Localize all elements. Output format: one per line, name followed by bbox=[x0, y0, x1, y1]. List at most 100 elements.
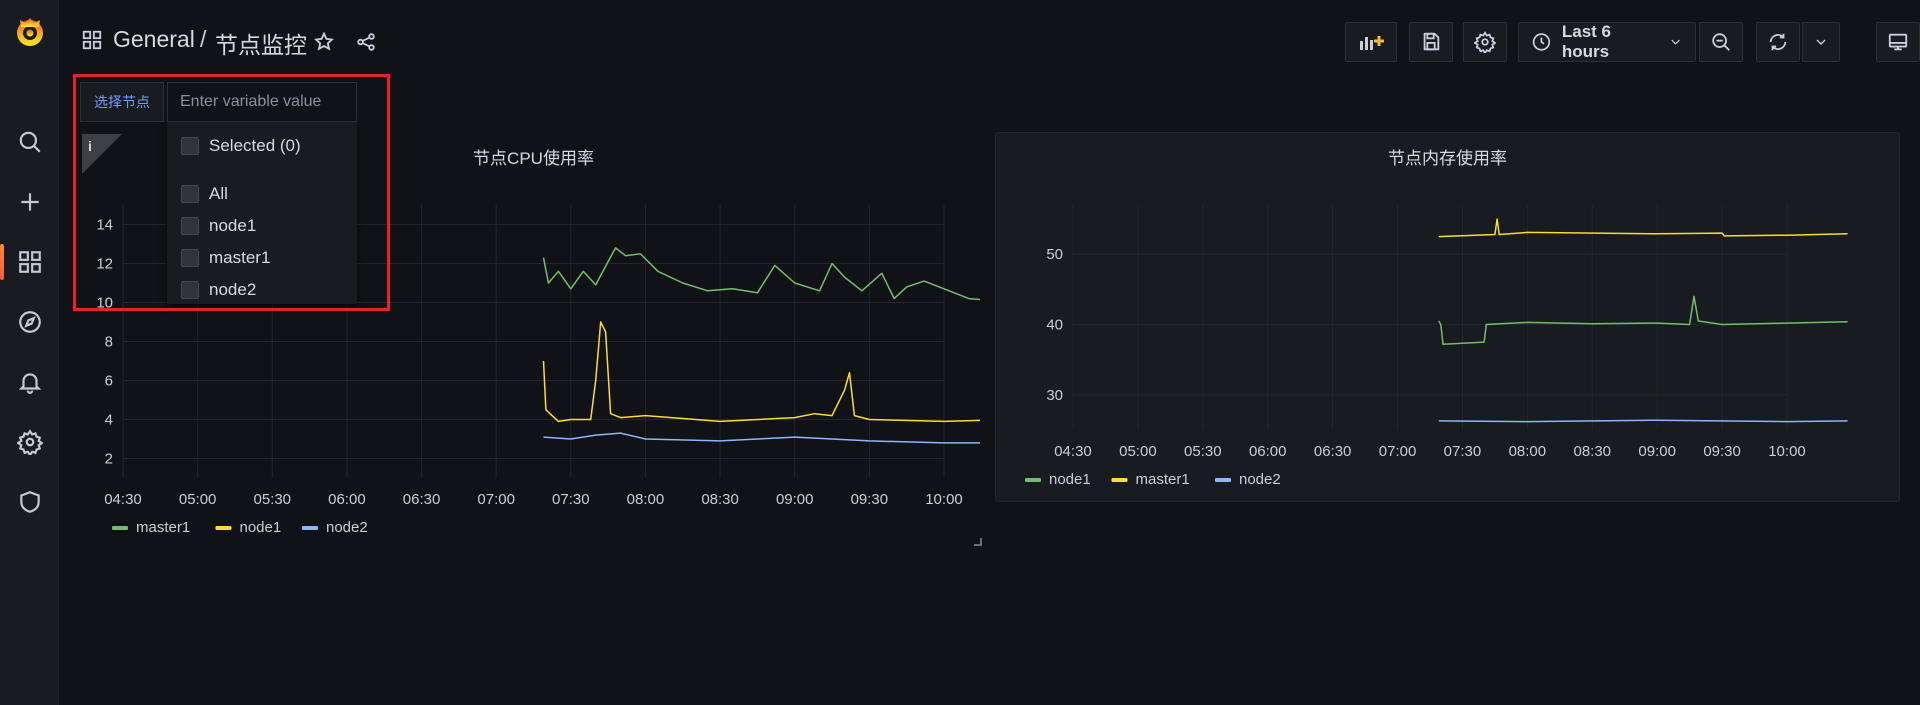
x-tick-label: 05:00 bbox=[179, 491, 217, 508]
add-panel-button[interactable] bbox=[1345, 22, 1397, 62]
sidebar bbox=[0, 0, 59, 705]
dashboards-icon bbox=[81, 29, 105, 53]
time-range-label: Last 6 hours bbox=[1561, 22, 1612, 61]
x-tick-label: 05:30 bbox=[253, 491, 291, 508]
checkbox[interactable] bbox=[181, 217, 199, 235]
y-tick-label: 30 bbox=[1046, 387, 1063, 404]
configuration-icon[interactable] bbox=[0, 418, 59, 466]
panel-resize-handle[interactable] bbox=[974, 538, 982, 546]
checkbox[interactable] bbox=[181, 249, 199, 267]
legend-item-node2[interactable]: node2 bbox=[326, 519, 368, 536]
option-master1[interactable]: master1 bbox=[181, 245, 270, 271]
legend-swatch bbox=[1215, 478, 1231, 482]
memory-usage-chart: 04:30 05:00 05:30 06:00 06:30 07:00 07:30 08:00… bbox=[1025, 205, 1848, 488]
search-icon[interactable] bbox=[0, 118, 59, 166]
y-tick-label: 6 bbox=[105, 373, 113, 390]
x-tick-label: 06:30 bbox=[403, 491, 441, 508]
legend-swatch bbox=[1025, 478, 1041, 482]
series-line-node1[interactable] bbox=[542, 321, 981, 423]
x-tick-label: 06:30 bbox=[1314, 443, 1352, 460]
zoom-out-button[interactable] bbox=[1699, 22, 1743, 62]
save-icon bbox=[1423, 32, 1440, 51]
alerting-icon[interactable] bbox=[0, 358, 59, 406]
time-range-picker[interactable]: Last 6 hours bbox=[1518, 22, 1696, 62]
checkbox[interactable] bbox=[181, 281, 199, 299]
option-all[interactable]: All bbox=[181, 181, 228, 207]
y-tick-label: 8 bbox=[105, 334, 113, 351]
variable-value-input[interactable] bbox=[167, 82, 357, 122]
x-tick-label: 10:00 bbox=[1768, 443, 1806, 460]
y-tick-label: 14 bbox=[96, 217, 113, 234]
chevron-down-icon bbox=[1816, 39, 1826, 45]
legend-item-master1[interactable]: master1 bbox=[136, 519, 190, 536]
breadcrumb-folder[interactable]: General bbox=[113, 26, 195, 53]
dashboard-settings-button[interactable] bbox=[1463, 22, 1507, 62]
series-line-master1[interactable] bbox=[542, 247, 981, 301]
breadcrumb-separator: / bbox=[200, 26, 207, 52]
y-tick-label: 40 bbox=[1046, 317, 1063, 334]
y-tick-label: 2 bbox=[105, 451, 113, 468]
x-tick-label: 09:00 bbox=[776, 491, 814, 508]
zoom-out-icon bbox=[1712, 33, 1730, 51]
refresh-button[interactable] bbox=[1756, 22, 1800, 62]
legend-item-node1[interactable]: node1 bbox=[240, 519, 282, 536]
add-panel-icon bbox=[1360, 36, 1384, 50]
x-tick-label: 09:30 bbox=[851, 491, 889, 508]
legend-item-master1[interactable]: master1 bbox=[1136, 471, 1190, 488]
dashboards-icon[interactable] bbox=[0, 238, 59, 286]
shield-icon[interactable] bbox=[0, 478, 59, 526]
legend-item-node2[interactable]: node2 bbox=[1239, 471, 1281, 488]
x-tick-label: 06:00 bbox=[1249, 443, 1287, 460]
checkbox[interactable] bbox=[181, 137, 199, 155]
tv-mode-button[interactable] bbox=[1876, 22, 1920, 62]
y-tick-label: 50 bbox=[1046, 246, 1063, 263]
x-tick-label: 09:30 bbox=[1703, 443, 1741, 460]
x-tick-label: 07:00 bbox=[477, 491, 515, 508]
series-line-node2[interactable] bbox=[1438, 419, 1848, 423]
legend-item-node1[interactable]: node1 bbox=[1049, 471, 1091, 488]
variable-options-dropdown: Selected (0) All node1 master1 node2 bbox=[167, 122, 357, 304]
svg-text:i: i bbox=[88, 138, 92, 154]
dashboard-title[interactable]: 节点监控 bbox=[215, 26, 307, 60]
explore-icon[interactable] bbox=[0, 298, 59, 346]
option-node2[interactable]: node2 bbox=[181, 277, 256, 303]
grafana-logo-icon[interactable] bbox=[12, 14, 48, 50]
x-tick-label: 06:00 bbox=[328, 491, 366, 508]
x-tick-label: 05:30 bbox=[1184, 443, 1222, 460]
legend-swatch bbox=[112, 526, 128, 530]
y-tick-label: 4 bbox=[105, 412, 113, 429]
legend-swatch bbox=[1111, 478, 1128, 482]
x-tick-label: 07:00 bbox=[1379, 443, 1417, 460]
legend-swatch bbox=[215, 526, 232, 530]
tv-icon bbox=[1888, 33, 1908, 51]
variable-label: 选择节点 bbox=[80, 82, 164, 122]
x-tick-label: 04:30 bbox=[1054, 443, 1092, 460]
series-line-node2[interactable] bbox=[543, 432, 981, 444]
option-node1[interactable]: node1 bbox=[181, 213, 256, 239]
legend-swatch bbox=[302, 526, 318, 530]
checkbox[interactable] bbox=[181, 185, 199, 203]
option-selected-toggle[interactable]: Selected (0) bbox=[181, 133, 301, 159]
refresh-interval-dropdown[interactable] bbox=[1802, 22, 1840, 62]
clock-icon bbox=[1532, 33, 1551, 51]
share-icon[interactable] bbox=[352, 28, 380, 56]
chevron-down-icon bbox=[1671, 39, 1680, 45]
save-dashboard-button[interactable] bbox=[1409, 22, 1453, 62]
y-tick-label: 12 bbox=[96, 256, 113, 273]
x-tick-label: 07:30 bbox=[552, 491, 590, 508]
x-tick-label: 10:00 bbox=[925, 491, 963, 508]
x-tick-label: 05:00 bbox=[1119, 443, 1157, 460]
series-line-master1[interactable] bbox=[1438, 218, 1848, 238]
series-line-node1[interactable] bbox=[1438, 295, 1848, 345]
plus-icon[interactable] bbox=[0, 178, 59, 226]
refresh-icon bbox=[1769, 33, 1787, 51]
settings-icon bbox=[1474, 31, 1496, 53]
top-navigation: General / 节点监控 Last 6 hours bbox=[59, 0, 1920, 84]
x-tick-label: 08:00 bbox=[1509, 443, 1547, 460]
star-icon[interactable] bbox=[310, 28, 338, 56]
x-tick-label: 08:30 bbox=[1573, 443, 1611, 460]
x-tick-label: 07:30 bbox=[1444, 443, 1482, 460]
y-tick-label: 10 bbox=[96, 295, 113, 312]
x-tick-label: 04:30 bbox=[104, 491, 142, 508]
x-tick-label: 08:00 bbox=[627, 491, 665, 508]
